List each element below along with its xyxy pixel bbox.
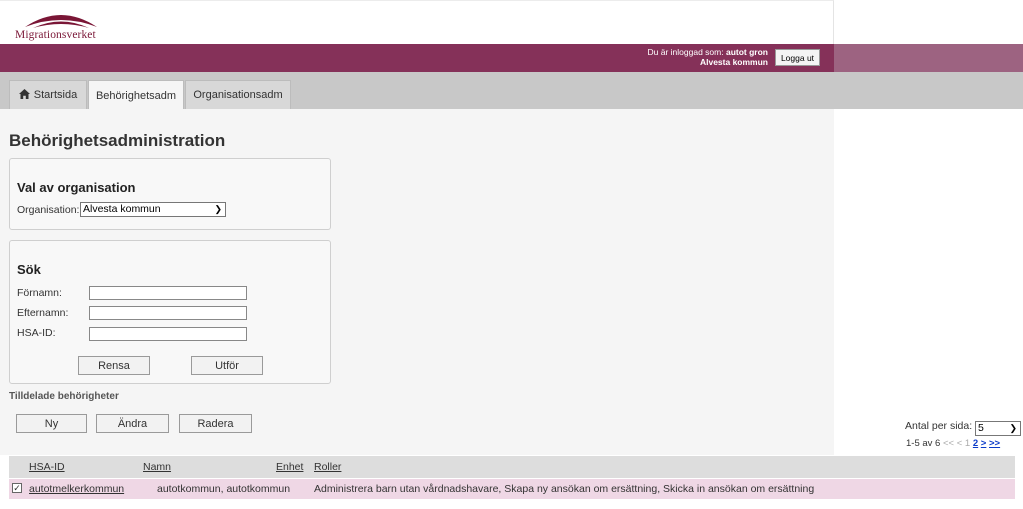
brand-name: Migrationsverket — [15, 29, 96, 41]
permissions-section-label: Tilldelade behörigheter — [9, 391, 119, 402]
column-roller[interactable]: Roller — [314, 461, 341, 473]
row-name: autotkommun, autotkommun — [157, 483, 291, 495]
delete-button[interactable]: Radera — [179, 414, 252, 433]
row-roles: Administrera barn utan vårdnadshavare, S… — [314, 483, 815, 495]
hsa-id-label: HSA-ID: — [17, 327, 56, 339]
new-button[interactable]: Ny — [16, 414, 87, 433]
login-info: Du är inloggad som: autot gron Alvesta k… — [647, 47, 768, 67]
last-name-label: Efternamn: — [17, 307, 69, 319]
page-title: Behörighetsadministration — [9, 131, 226, 150]
logout-button[interactable]: Logga ut — [775, 49, 820, 66]
pager-next[interactable]: > — [981, 438, 987, 449]
pager-first: << — [942, 438, 955, 449]
last-name-input[interactable] — [89, 306, 247, 320]
per-page-select[interactable]: 5 ❯ — [975, 421, 1022, 436]
row-hsa-id[interactable]: autotmelkerkommun — [29, 483, 124, 495]
search-heading: Sök — [17, 262, 41, 277]
hsa-id-input[interactable] — [89, 327, 247, 341]
first-name-label: Förnamn: — [17, 287, 62, 299]
organisation-heading: Val av organisation — [17, 180, 136, 195]
table-header: HSA-ID Namn Enhet Roller — [9, 456, 1015, 478]
column-enhet[interactable]: Enhet — [276, 461, 303, 473]
tab-bar: Startsida Behörighetsadm Organisationsad… — [0, 72, 1023, 110]
session-bar: Du är inloggad som: autot gron Alvesta k… — [0, 44, 1023, 72]
organisation-label: Organisation: — [17, 204, 80, 216]
edit-button[interactable]: Ändra — [96, 414, 169, 433]
chevron-down-icon: ❯ — [214, 204, 222, 214]
table-row[interactable]: ✓ autotmelkerkommun autotkommun, autotko… — [9, 479, 1015, 499]
tab-startsida[interactable]: Startsida — [9, 80, 87, 109]
clear-button[interactable]: Rensa — [78, 356, 150, 375]
tab-organisationsadm[interactable]: Organisationsadm — [185, 80, 291, 109]
logo-arc-icon — [25, 15, 97, 28]
pager-page-1: 1 — [964, 438, 971, 449]
search-panel: Sök Förnamn: Efternamn: HSA-ID: Rensa Ut… — [9, 240, 331, 384]
pager-last[interactable]: >> — [989, 438, 1000, 449]
pager-prev: < — [956, 438, 963, 449]
run-search-button[interactable]: Utför — [191, 356, 263, 375]
row-checkbox[interactable]: ✓ — [12, 483, 22, 493]
pagination: 1-5 av 6 << < 1 2 > >> — [906, 438, 1001, 449]
tab-behorighetsadm[interactable]: Behörighetsadm — [88, 80, 184, 110]
column-namn[interactable]: Namn — [143, 461, 171, 473]
migrationsverket-logo[interactable]: Migrationsverket — [15, 9, 115, 41]
organisation-select[interactable]: Alvesta kommun ❯ — [80, 202, 226, 217]
organisation-panel: Val av organisation Organisation: Alvest… — [9, 158, 331, 230]
header: Migrationsverket — [0, 0, 834, 44]
first-name-input[interactable] — [89, 286, 247, 300]
pager-page-2[interactable]: 2 — [973, 438, 978, 449]
column-hsa-id[interactable]: HSA-ID — [29, 461, 65, 473]
per-page-control: Antal per sida: 5 ❯ — [905, 419, 1022, 436]
home-icon — [18, 88, 30, 102]
chevron-down-icon: ❯ — [1009, 423, 1018, 433]
